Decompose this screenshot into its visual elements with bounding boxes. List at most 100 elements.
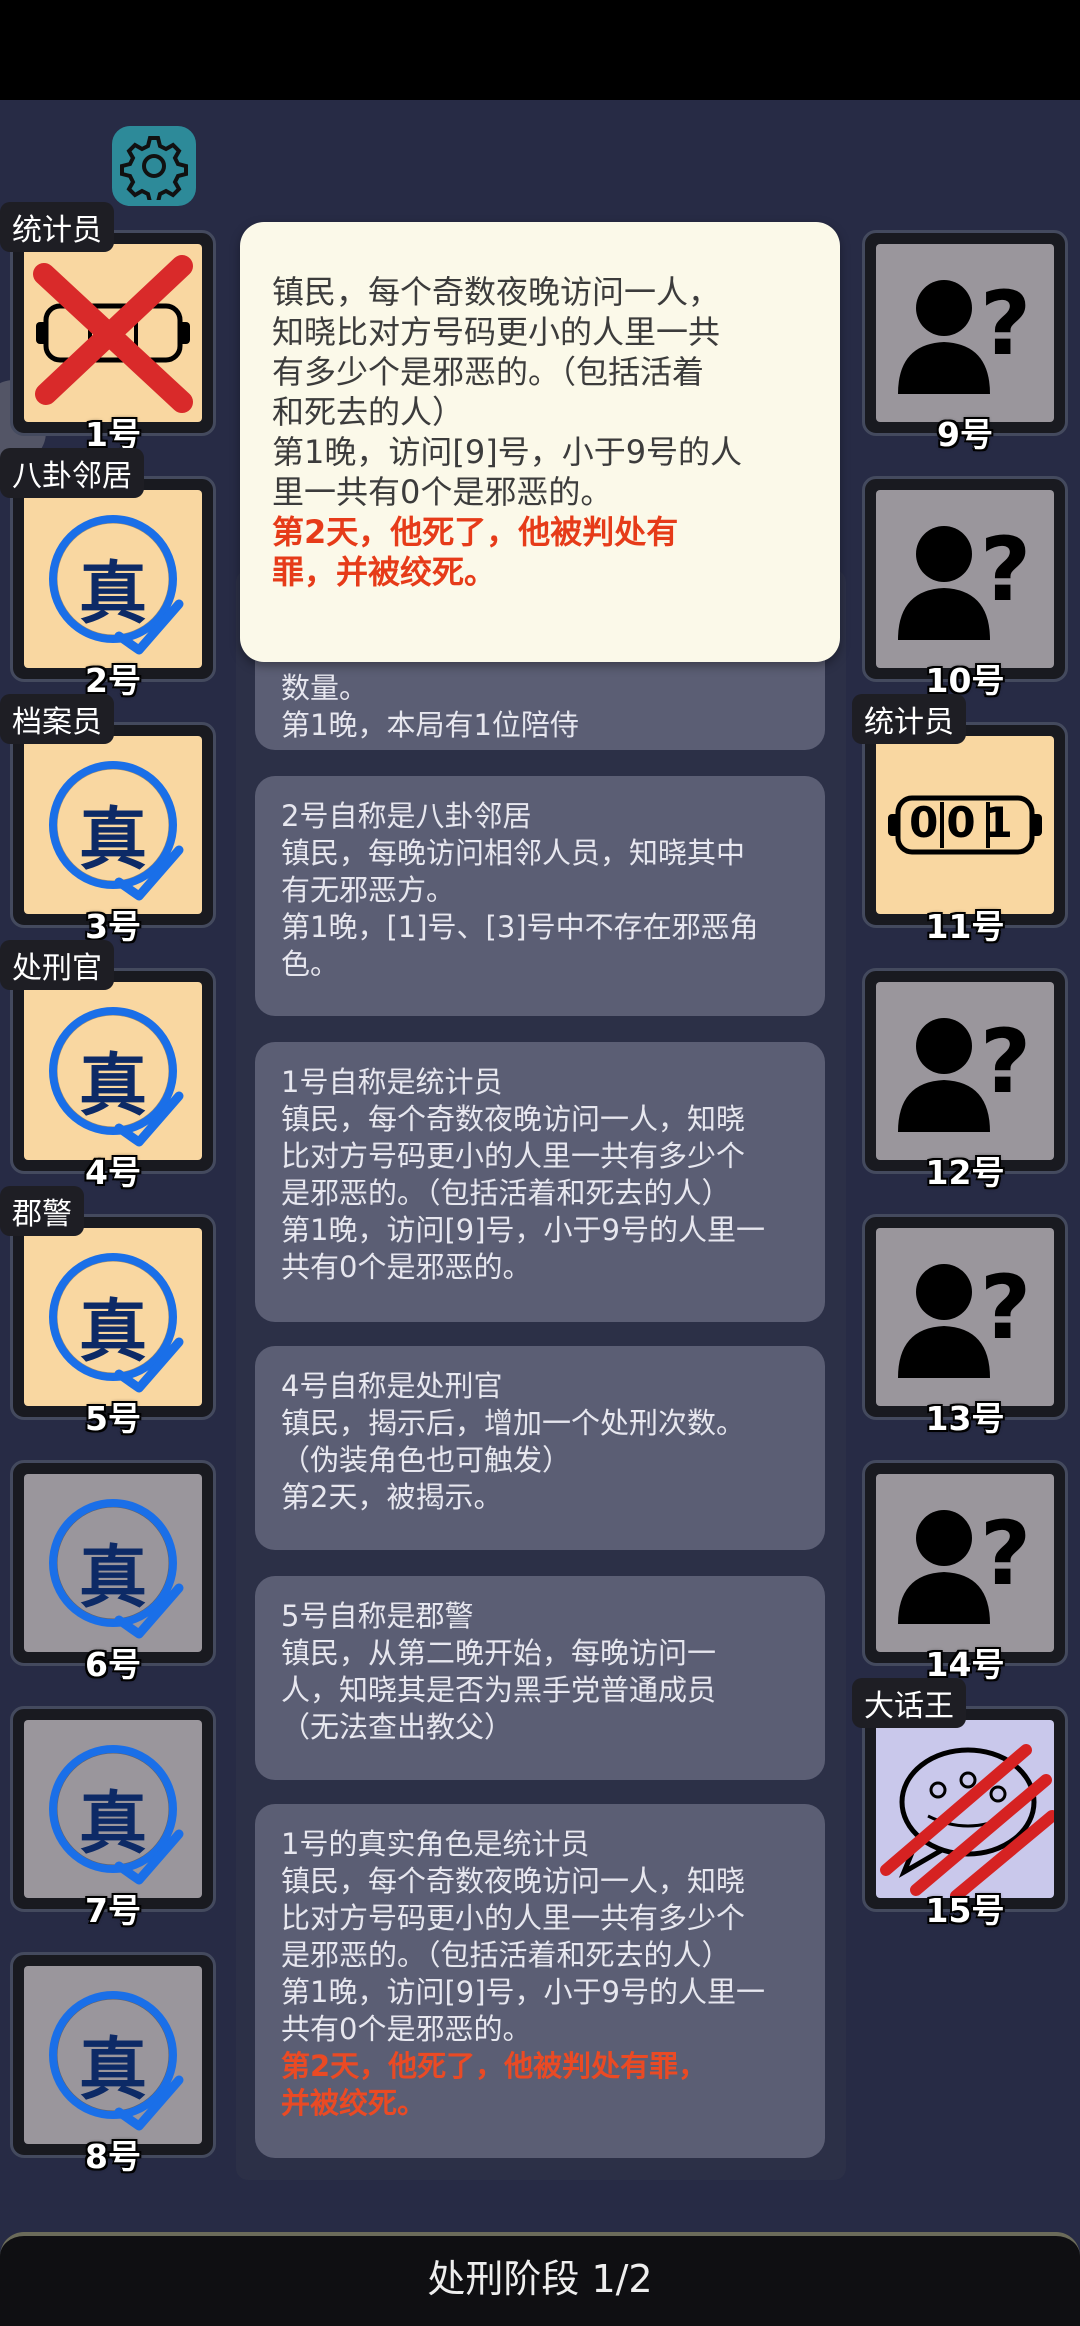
true-badge-label: 真 xyxy=(78,555,147,634)
log-line: 第1晚，本局有1位陪侍 xyxy=(281,708,579,742)
speech-bubble-icon xyxy=(880,1744,1054,1898)
seat-4[interactable]: 真 4号 xyxy=(10,968,216,1192)
unknown-person-icon: ? xyxy=(898,518,1031,640)
log-line: 是邪恶的。（包括活着和死去的人） xyxy=(281,1938,731,1972)
popup-line-highlight: 罪，并被绞死。 xyxy=(272,553,497,591)
popup-line-highlight: 第2天，他死了，他被判处有 xyxy=(272,513,679,551)
seat-2[interactable]: 真 2号 xyxy=(10,476,216,700)
seat-portrait: 真 xyxy=(24,1228,202,1406)
log-line: 色。 xyxy=(281,947,340,981)
log-line: 镇民，每晚访问相邻人员，知晓其中 xyxy=(281,836,746,870)
seat-portrait: ? xyxy=(876,244,1054,422)
log-line: 数量。 xyxy=(281,671,369,705)
log-line: 镇民，每个奇数夜晚访问一人，知晓 xyxy=(281,1864,746,1898)
log-line: 1号的真实角色是统计员 xyxy=(281,1827,590,1861)
role-claim-label: 郡警 xyxy=(0,1186,84,1236)
seat-portrait: ? xyxy=(876,490,1054,668)
seat-number: 8号 xyxy=(85,2137,141,2176)
seat-9[interactable]: ? 9号 xyxy=(862,230,1068,454)
seat-portrait: 真 xyxy=(24,490,202,668)
log-line-highlight: 并被绞死。 xyxy=(281,2086,427,2120)
log-message: 4号自称是处刑官 镇民，揭示后，增加一个处刑次数。 （伪装角色也可触发） 第2天，被揭… xyxy=(255,1346,825,1550)
log-line: 是邪恶的。（包括活着和死去的人） xyxy=(281,1176,731,1210)
log-line: 共有0个是邪恶的。 xyxy=(281,2012,532,2046)
unknown-person-icon: ? xyxy=(898,272,1031,394)
log-line: 人，知晓其是否为黑手党普通成员 xyxy=(281,1673,717,1707)
svg-text:?: ? xyxy=(980,1256,1031,1359)
log-line: （伪装角色也可触发） xyxy=(281,1443,572,1477)
seat-portrait: 真 xyxy=(24,1474,202,1652)
seat-number: 6号 xyxy=(85,1645,141,1684)
log-line: 镇民，揭示后，增加一个处刑次数。 xyxy=(281,1406,746,1440)
unknown-person-icon: ? xyxy=(898,1502,1031,1624)
role-detail-popup[interactable]: 镇民，每个奇数夜晚访问一人， 知晓比对方号码更小的人里一共 有多少个是邪恶的。（包括… xyxy=(240,222,840,662)
log-line: 有无邪恶方。 xyxy=(281,873,456,907)
role-claim-label: 统计员 xyxy=(0,202,114,252)
counter-value: 001 xyxy=(909,798,1021,847)
log-line: 1号自称是统计员 xyxy=(281,1065,503,1099)
role-claim-label: 档案员 xyxy=(0,694,114,744)
seat-portrait: 真 xyxy=(24,1720,202,1898)
unknown-person-icon: ? xyxy=(898,1010,1031,1132)
seat-portrait: ? xyxy=(876,982,1054,1160)
gear-icon xyxy=(120,136,188,200)
role-claim-label: 处刑官 xyxy=(0,940,114,990)
log-line: （无法查出教父） xyxy=(281,1710,514,1744)
seat-6[interactable]: 真 6号 xyxy=(10,1460,216,1684)
log-line-highlight: 第2天，他死了，他被判处有罪， xyxy=(281,2049,708,2083)
seat-10[interactable]: ? 10号 xyxy=(862,476,1068,700)
popup-line: 里一共有0个是邪恶的。 xyxy=(272,473,613,511)
svg-text:?: ? xyxy=(980,1502,1031,1605)
seat-number: 12号 xyxy=(925,1153,1005,1192)
seat-8[interactable]: 真 8号 xyxy=(10,1952,216,2176)
log-line: 镇民，每个奇数夜晚访问一人，知晓 xyxy=(281,1102,746,1136)
seat-portrait xyxy=(876,1720,1054,1898)
phase-bar[interactable]: 处刑阶段 1/2 xyxy=(0,2232,1080,2326)
seat-14[interactable]: ? 14号 xyxy=(862,1460,1068,1684)
seat-portrait xyxy=(24,244,202,422)
true-badge-label: 真 xyxy=(78,1539,147,1618)
svg-text:?: ? xyxy=(980,518,1031,621)
log-message: 1号自称是统计员 镇民，每个奇数夜晚访问一人，知晓 比对方号码更小的人里一共有多少个… xyxy=(255,1042,825,1322)
popup-line: 第1晚，访问[9]号，小于9号的人 xyxy=(272,433,743,471)
popup-line: 有多少个是邪恶的。（包括活着 xyxy=(272,353,705,391)
log-line: 第1晚，访问[9]号，小于9号的人里一 xyxy=(281,1975,765,2009)
seat-11[interactable]: 001 11号 xyxy=(862,722,1068,946)
seat-3[interactable]: 真 3号 xyxy=(10,722,216,946)
seat-number: 13号 xyxy=(925,1399,1005,1438)
popup-line: 和死去的人） xyxy=(272,393,465,431)
status-bar xyxy=(0,0,1080,100)
seat-12[interactable]: ? 12号 xyxy=(862,968,1068,1192)
role-claim-label: 统计员 xyxy=(852,694,966,744)
log-line: 5号自称是郡警 xyxy=(281,1599,474,1633)
seat-5[interactable]: 真 5号 xyxy=(10,1214,216,1438)
svg-text:?: ? xyxy=(980,272,1031,375)
seat-7[interactable]: 真 7号 xyxy=(10,1706,216,1930)
seat-number: 9号 xyxy=(937,415,993,454)
true-badge-label: 真 xyxy=(78,1047,147,1126)
popup-line: 知晓比对方号码更小的人里一共 xyxy=(272,313,721,351)
seat-15[interactable]: 15号 xyxy=(862,1706,1068,1930)
log-line: 2号自称是八卦邻居 xyxy=(281,799,532,833)
seat-number: 7号 xyxy=(85,1891,141,1930)
log-line: 第2天，被揭示。 xyxy=(281,1480,503,1514)
log-line: 第1晚，[1]号、[3]号中不存在邪恶角 xyxy=(281,910,759,944)
seat-portrait: 001 xyxy=(876,736,1054,914)
log-line: 第1晚，访问[9]号，小于9号的人里一 xyxy=(281,1213,765,1247)
true-badge-label: 真 xyxy=(78,1785,147,1864)
log-message: 2号自称是八卦邻居 镇民，每晚访问相邻人员，知晓其中 有无邪恶方。 第1晚，[1]号、… xyxy=(255,776,825,1016)
popup-line: 镇民，每个奇数夜晚访问一人， xyxy=(272,273,721,311)
log-message: 1号的真实角色是统计员 镇民，每个奇数夜晚访问一人，知晓 比对方号码更小的人里一共有… xyxy=(255,1804,825,2158)
true-badge-label: 真 xyxy=(78,801,147,880)
seat-13[interactable]: ? 13号 xyxy=(862,1214,1068,1438)
seat-number: 11号 xyxy=(925,907,1005,946)
true-badge-label: 真 xyxy=(78,2031,147,2110)
seat-portrait: 真 xyxy=(24,1966,202,2144)
seat-number: 15号 xyxy=(925,1891,1005,1930)
settings-button[interactable] xyxy=(112,126,196,206)
seat-1[interactable]: 1号 xyxy=(10,230,216,454)
log-message: 5号自称是郡警 镇民，从第二晚开始，每晚访问一 人，知晓其是否为黑手党普通成员 （无法… xyxy=(255,1576,825,1780)
phase-label: 处刑阶段 1/2 xyxy=(427,2257,653,2301)
log-line: 比对方号码更小的人里一共有多少个 xyxy=(281,1901,746,1935)
role-claim-label: 大话王 xyxy=(852,1678,966,1728)
